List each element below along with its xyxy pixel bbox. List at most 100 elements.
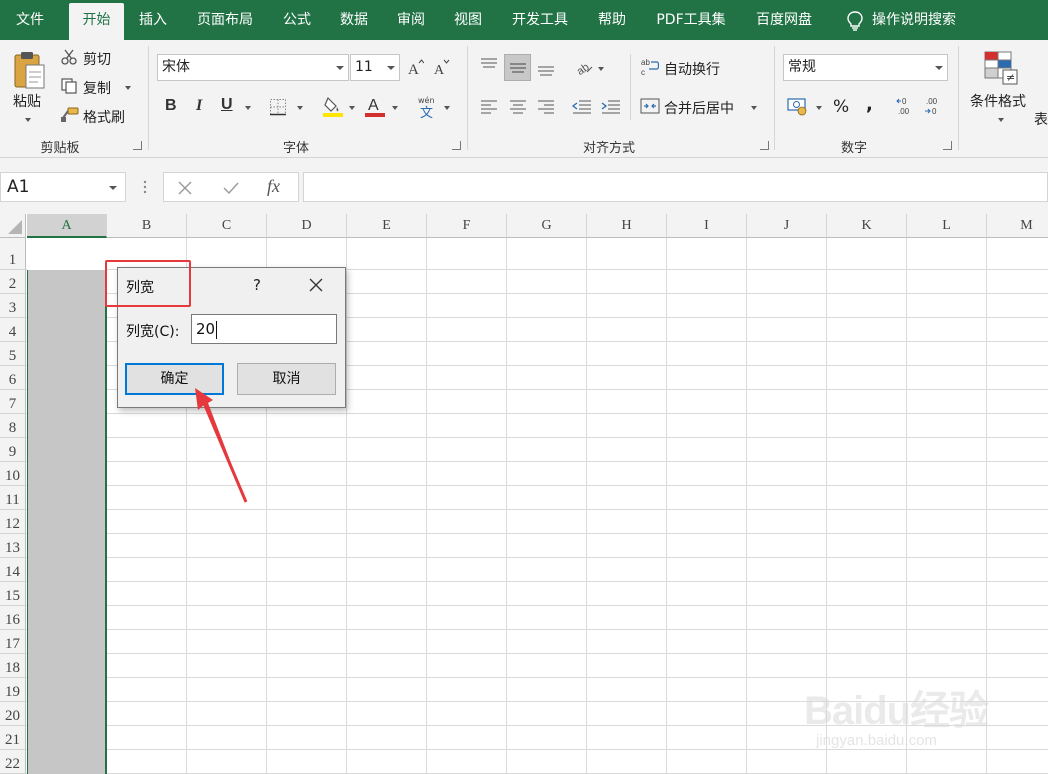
select-all-button[interactable] [0,214,26,238]
column-header-a[interactable]: A [27,214,107,238]
column-header-g[interactable]: G [507,214,587,238]
paste-button[interactable]: 粘贴 [13,91,41,111]
align-right-icon[interactable] [536,98,556,116]
column-header-h[interactable]: H [587,214,667,238]
tell-me-search[interactable]: 操作说明搜索 [872,0,982,40]
tab-pdf-tools[interactable]: PDF工具集 [645,0,737,40]
tab-review[interactable]: 审阅 [386,0,436,40]
borders-dropdown-icon[interactable] [297,106,303,110]
column-header-e[interactable]: E [347,214,427,238]
font-size-select[interactable]: 11 [350,54,400,81]
tab-data[interactable]: 数据 [328,0,380,40]
underline-dropdown-icon[interactable] [245,106,251,110]
column-header-j[interactable]: J [747,214,827,238]
row-header-12[interactable]: 12 [0,510,26,534]
row-header-21[interactable]: 21 [0,726,26,750]
column-header-l[interactable]: L [907,214,987,238]
align-left-icon[interactable] [479,98,499,116]
row-header-2[interactable]: 2 [0,270,26,294]
row-header-18[interactable]: 18 [0,654,26,678]
insert-function-button[interactable]: fx [267,176,280,197]
row-header-17[interactable]: 17 [0,630,26,654]
orientation-dropdown-icon[interactable] [598,67,604,71]
column-header-i[interactable]: I [667,214,747,238]
row-header-13[interactable]: 13 [0,534,26,558]
cancel-button[interactable]: 取消 [237,363,336,395]
currency-icon[interactable] [787,96,809,116]
merge-dropdown-icon[interactable] [751,106,757,110]
font-color-icon[interactable]: A [364,95,386,117]
decrease-indent-icon[interactable] [571,98,593,116]
align-bottom-icon[interactable] [536,60,556,78]
formula-input[interactable] [303,172,1048,202]
row-header-1[interactable]: 1 [0,238,26,270]
row-header-22[interactable]: 22 [0,750,26,774]
column-header-m[interactable]: M [987,214,1048,238]
copy-dropdown-icon[interactable] [125,86,131,90]
selected-column-a[interactable] [27,238,107,774]
column-width-input[interactable]: 20 [191,314,337,344]
tab-help[interactable]: 帮助 [587,0,637,40]
currency-dropdown-icon[interactable] [816,106,822,110]
wrap-text-button[interactable]: 自动换行 [664,59,720,79]
decrease-decimal-icon[interactable]: .00 0 [924,96,944,116]
row-header-20[interactable]: 20 [0,702,26,726]
row-header-9[interactable]: 9 [0,438,26,462]
phonetic-guide-icon[interactable]: wén 文 [417,95,439,119]
row-header-3[interactable]: 3 [0,294,26,318]
underline-button[interactable]: U [221,96,233,114]
font-name-select[interactable]: 宋体 [157,54,349,81]
increase-font-size-icon[interactable]: A [406,58,424,76]
increase-decimal-icon[interactable]: 0 .00 [896,96,916,116]
confirm-entry-icon[interactable] [222,180,240,196]
tab-formulas[interactable]: 公式 [272,0,322,40]
fill-color-icon[interactable] [322,95,344,117]
column-header-f[interactable]: F [427,214,507,238]
tab-developer[interactable]: 开发工具 [500,0,580,40]
increase-indent-icon[interactable] [600,98,622,116]
ok-button[interactable]: 确定 [125,363,224,395]
row-header-6[interactable]: 6 [0,366,26,390]
align-center-icon[interactable] [508,98,528,116]
number-launcher-icon[interactable] [943,141,952,150]
tab-page-layout[interactable]: 页面布局 [185,0,265,40]
column-header-k[interactable]: K [827,214,907,238]
font-color-dropdown-icon[interactable] [392,106,398,110]
comma-style-button[interactable]: , [866,94,873,115]
number-format-select[interactable]: 常规 [783,54,948,81]
name-box[interactable]: A1 [0,172,126,202]
column-header-d[interactable]: D [267,214,347,238]
tab-home[interactable]: 开始 [69,3,124,40]
percent-button[interactable]: % [833,97,849,117]
help-button[interactable]: ? [253,276,261,294]
tab-view[interactable]: 视图 [443,0,493,40]
tab-insert[interactable]: 插入 [126,0,180,40]
column-header-c[interactable]: C [187,214,267,238]
row-header-11[interactable]: 11 [0,486,26,510]
active-cell-a1[interactable] [27,238,107,270]
cut-button[interactable]: 剪切 [83,49,111,69]
row-header-15[interactable]: 15 [0,582,26,606]
decrease-font-size-icon[interactable]: A [432,58,450,76]
tab-file[interactable]: 文件 [0,0,60,40]
alignment-launcher-icon[interactable] [760,141,769,150]
conditional-formatting-button[interactable]: 条件格式 [970,91,1026,111]
tab-baidu-netdisk[interactable]: 百度网盘 [744,0,824,40]
orientation-icon[interactable]: ab [573,56,595,76]
format-as-table-button-truncated[interactable]: 表 [1034,109,1048,129]
clipboard-launcher-icon[interactable] [133,141,142,150]
phonetic-dropdown-icon[interactable] [444,106,450,110]
borders-icon[interactable] [269,98,287,116]
row-header-4[interactable]: 4 [0,318,26,342]
conditional-formatting-dropdown-icon[interactable] [998,118,1004,122]
row-header-10[interactable]: 10 [0,462,26,486]
row-header-8[interactable]: 8 [0,414,26,438]
fill-color-dropdown-icon[interactable] [349,106,355,110]
format-painter-button[interactable]: 格式刷 [83,107,125,127]
copy-button[interactable]: 复制 [83,78,111,98]
paste-icon[interactable] [12,49,46,91]
close-icon[interactable] [307,276,325,294]
column-header-b[interactable]: B [107,214,187,238]
row-header-14[interactable]: 14 [0,558,26,582]
cancel-entry-icon[interactable] [177,180,193,196]
